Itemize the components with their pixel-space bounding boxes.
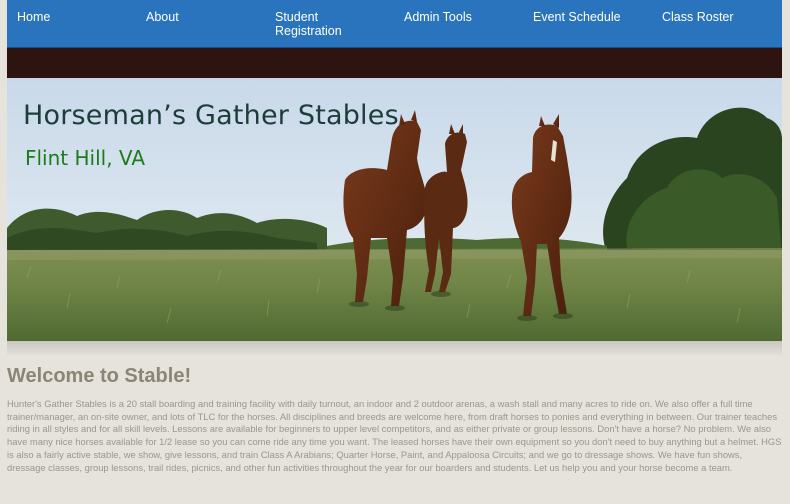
welcome-heading: Welcome to Stable!	[7, 365, 192, 387]
page: Home About Student Registration Admin To…	[7, 0, 782, 504]
hero-subtitle: Flint Hill, VA	[25, 146, 145, 170]
header-strip	[7, 48, 782, 78]
hero-title: Horseman’s Gather Stables	[23, 100, 399, 131]
nav-event-schedule[interactable]: Event Schedule	[533, 10, 621, 24]
nav-admin-tools[interactable]: Admin Tools	[404, 10, 472, 24]
hero-shadow	[7, 341, 782, 355]
welcome-body: Hunter's Gather Stables is a 20 stall bo…	[7, 398, 782, 473]
top-nav: Home About Student Registration Admin To…	[7, 0, 782, 48]
hero-banner: Horseman’s Gather Stables Flint Hill, VA	[7, 78, 782, 341]
nav-home[interactable]: Home	[17, 10, 50, 24]
nav-class-roster[interactable]: Class Roster	[662, 10, 734, 24]
nav-student-registration[interactable]: Student Registration	[275, 10, 365, 38]
nav-about[interactable]: About	[146, 10, 179, 24]
